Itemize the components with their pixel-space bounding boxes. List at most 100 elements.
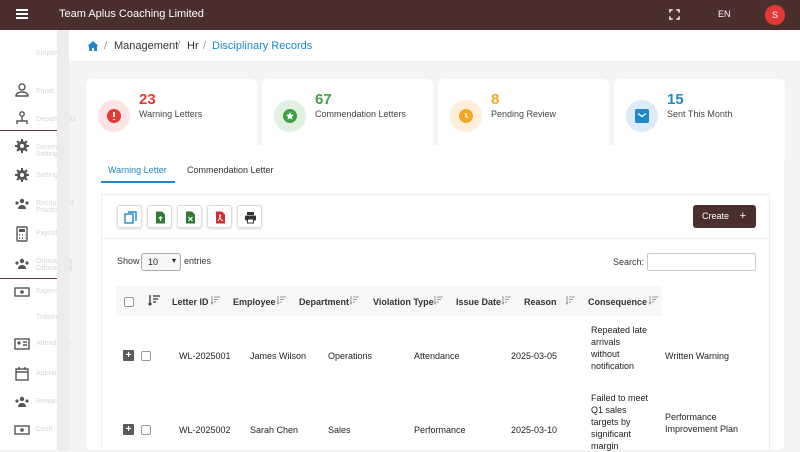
cell-issue-date: 2025-03-10 — [511, 425, 558, 435]
print-icon — [245, 212, 256, 224]
reason-line: Repeated late — [591, 325, 648, 335]
sidebar-divider — [0, 130, 57, 131]
column-header-consequence[interactable]: Consequence — [588, 297, 647, 307]
search-input[interactable] — [647, 253, 756, 271]
export-excel-button[interactable] — [177, 205, 202, 228]
column-header-department[interactable]: Department — [299, 297, 349, 307]
cell-consequence: Performance Improvement Plan — [665, 411, 738, 435]
home-icon[interactable] — [87, 40, 99, 52]
search-label: Search: — [613, 257, 645, 267]
copy-icon — [124, 211, 137, 224]
reason-line: arrivals — [591, 337, 621, 347]
avatar[interactable]: S — [765, 5, 785, 25]
reason-line: Failed to meet — [591, 393, 649, 403]
calendar-icon[interactable] — [14, 366, 30, 382]
page-size-select[interactable]: 10 ▾ — [141, 253, 181, 271]
cell-department: Sales — [328, 425, 351, 435]
stat-icon-bg — [450, 100, 482, 132]
reason-line: margin — [591, 441, 619, 451]
consequence-line: Performance — [665, 412, 717, 422]
language-selector[interactable]: EN — [718, 9, 731, 19]
row-checkbox[interactable] — [141, 425, 151, 435]
gear-icon[interactable] — [14, 138, 30, 154]
create-button[interactable]: Create + — [693, 205, 756, 228]
export-pdf-button[interactable] — [207, 205, 232, 228]
tab-warning-letter[interactable]: Warning Letter — [108, 165, 167, 175]
page-size-value: 10 — [148, 257, 159, 267]
cell-issue-date: 2025-03-05 — [511, 351, 558, 361]
breadcrumb-separator: / — [203, 40, 207, 52]
sort-icon[interactable] — [349, 295, 359, 305]
select-all-checkbox[interactable] — [124, 297, 134, 307]
cell-violation-type: Performance — [414, 425, 466, 435]
row-checkbox[interactable] — [141, 351, 151, 361]
csv-file-icon — [156, 211, 165, 224]
expand-row-button[interactable]: + — [123, 350, 134, 361]
sort-icon[interactable] — [276, 295, 286, 305]
badge-icon[interactable] — [14, 336, 30, 352]
active-tab-indicator — [101, 181, 175, 183]
calculator-icon[interactable] — [14, 226, 30, 242]
column-header-letter-id[interactable]: Letter ID — [172, 297, 209, 307]
stat-value: 15 — [667, 91, 684, 108]
stat-icon-bg — [626, 100, 658, 132]
mail-icon — [637, 112, 647, 118]
sort-icon[interactable] — [648, 295, 658, 305]
top-bar: Team Aplus Coaching Limited EN S — [0, 0, 800, 30]
group-icon[interactable] — [14, 196, 30, 212]
menu-icon[interactable] — [16, 9, 28, 19]
reason-line: targets by — [591, 417, 631, 427]
pdf-file-icon — [216, 211, 225, 224]
column-header-reason[interactable]: Reason — [524, 297, 557, 307]
sidebar-item-label: Email — [36, 88, 54, 95]
sort-icon[interactable] — [433, 295, 443, 305]
breadcrumb-separator: / — [104, 40, 108, 52]
breadcrumb: / Management / Hr / Disciplinary Records — [69, 30, 800, 62]
reason-line: significant — [591, 429, 632, 439]
cash-icon[interactable] — [14, 284, 30, 300]
export-csv-button[interactable] — [147, 205, 172, 228]
print-button[interactable] — [237, 205, 262, 228]
stat-value: 23 — [139, 91, 156, 108]
fullscreen-icon[interactable] — [669, 9, 680, 20]
stat-label: Commendation Letters — [315, 109, 407, 119]
column-header-employee[interactable]: Employee — [233, 297, 276, 307]
group-icon[interactable] — [14, 256, 30, 272]
sidebar-divider — [0, 278, 57, 279]
consequence-line: Written Warning — [665, 351, 730, 361]
entries-label: entries — [184, 256, 212, 266]
expand-row-button[interactable]: + — [123, 424, 134, 435]
main-content: / Management / Hr / Disciplinary Records… — [69, 30, 800, 452]
sort-icon[interactable] — [148, 294, 160, 306]
org-chart-icon[interactable] — [14, 110, 30, 126]
sort-icon[interactable] — [210, 295, 220, 305]
cell-department: Operations — [328, 351, 373, 361]
cell-reason: Failed to meet Q1 sales targets by signi… — [591, 392, 648, 452]
tab-commendation-letter[interactable]: Commendation Letter — [187, 165, 274, 175]
stat-label: Pending Review — [491, 109, 557, 119]
person-icon[interactable] — [14, 82, 30, 98]
app-title: Team Aplus Coaching Limited — [59, 8, 204, 20]
sidebar-item-label: Cash — [36, 426, 53, 433]
sort-icon[interactable] — [501, 295, 511, 305]
chevron-down-icon: ▾ — [171, 256, 176, 265]
clock-icon — [465, 113, 469, 119]
reason-line: notification — [591, 361, 635, 371]
group-icon[interactable] — [14, 394, 30, 410]
sidebar-item-label: Payroll — [36, 230, 58, 237]
reason-line: without — [591, 349, 620, 359]
column-header-issue-date[interactable]: Issue Date — [456, 297, 501, 307]
excel-file-icon — [186, 211, 195, 224]
stat-value: 8 — [491, 91, 500, 108]
create-button-label: Create — [702, 211, 730, 221]
cash-icon[interactable] — [14, 422, 30, 438]
cell-letter-id: WL-2025002 — [179, 425, 231, 435]
table-container: Create + Show 10 ▾ entries Search: Letter … — [101, 194, 771, 452]
breadcrumb-item-active: Disciplinary Records — [212, 40, 313, 52]
copy-button[interactable] — [117, 205, 142, 228]
breadcrumb-item-management[interactable]: Management — [114, 40, 178, 52]
gear-icon[interactable] — [14, 167, 30, 183]
breadcrumb-item-hr[interactable]: Hr — [187, 40, 199, 52]
sort-icon[interactable] — [565, 295, 575, 305]
column-header-violation-type[interactable]: Violation Type — [373, 297, 434, 307]
